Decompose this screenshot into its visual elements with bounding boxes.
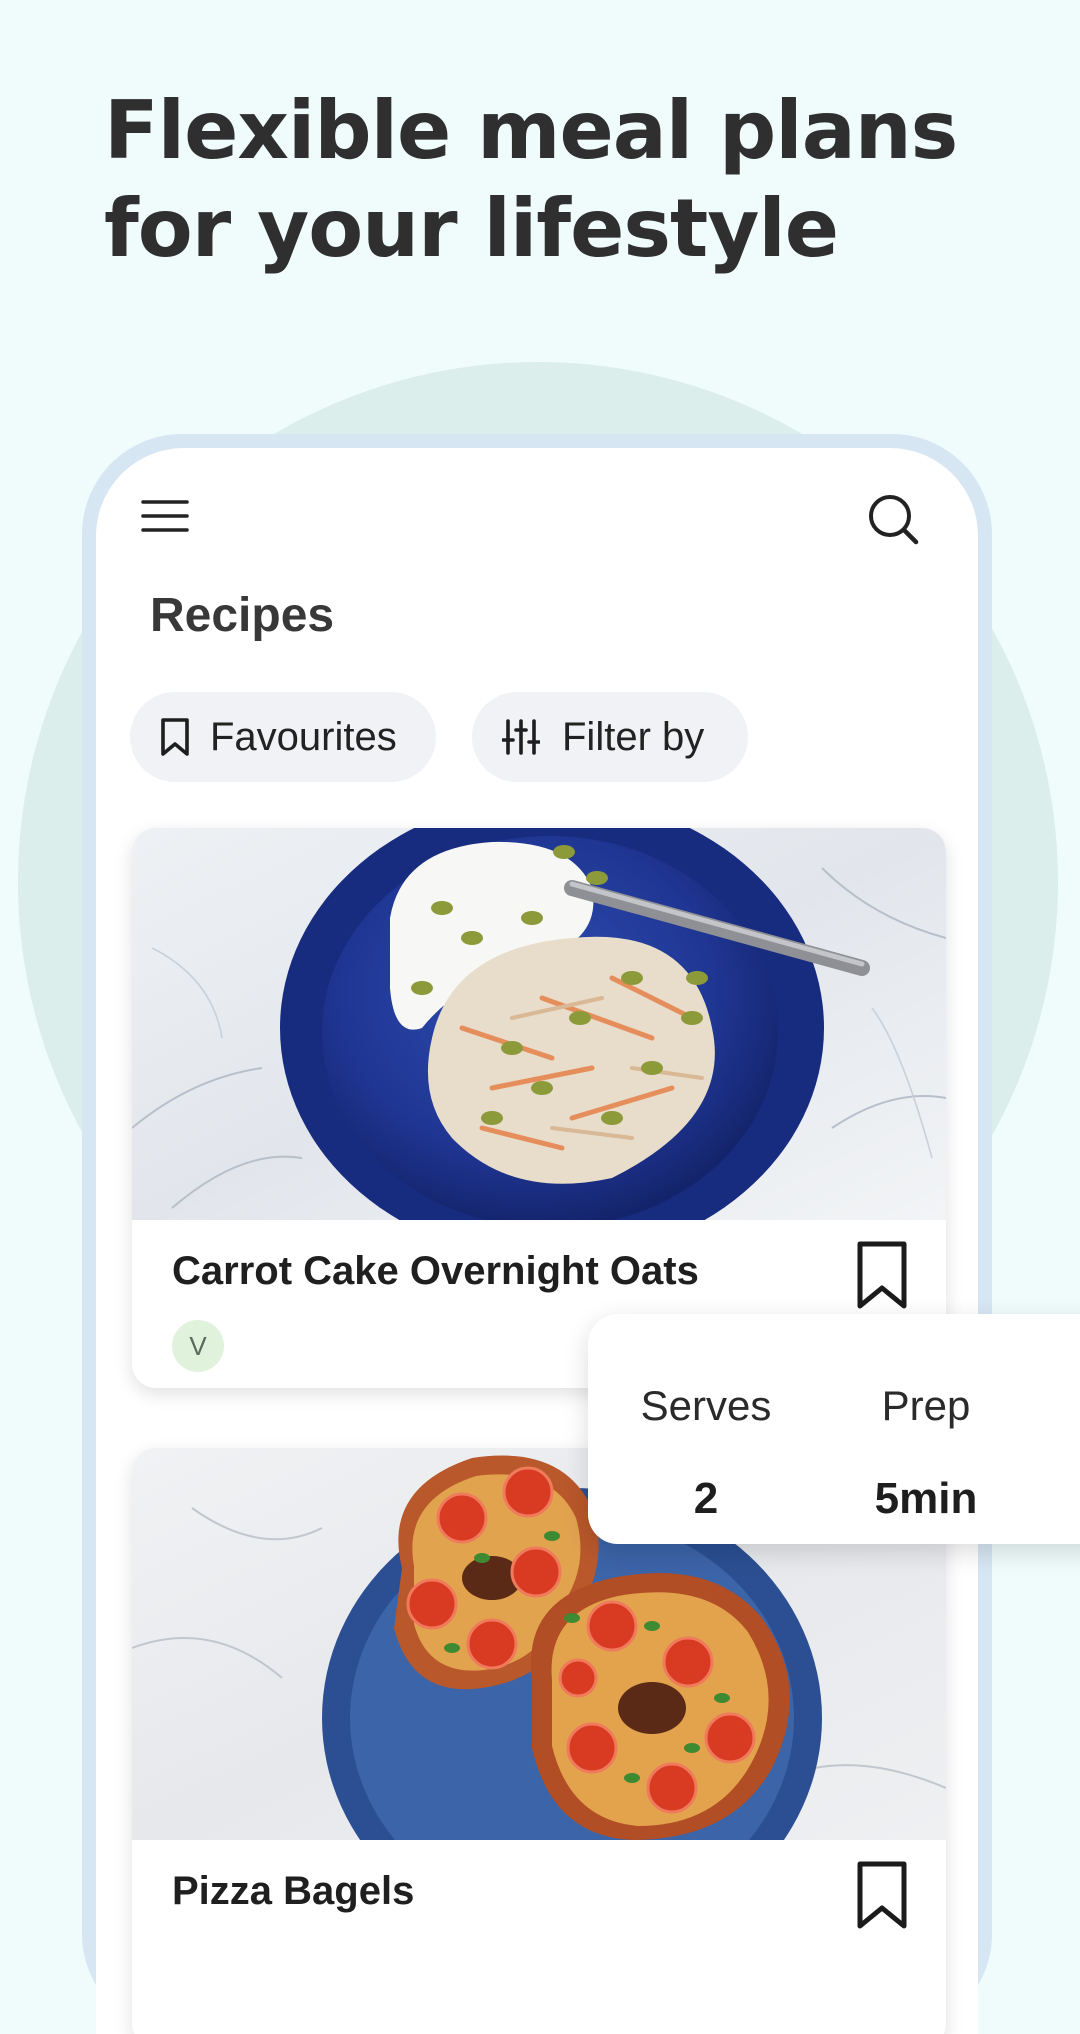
recipe-info-panel: Serves 2 Prep 5min bbox=[588, 1314, 1080, 1544]
bookmark-icon[interactable] bbox=[852, 1860, 912, 1932]
phone-frame: Recipes Favourites Filter by Carrot Cake… bbox=[82, 434, 992, 2034]
serves-label: Serves bbox=[640, 1382, 772, 1429]
vegetarian-badge: V bbox=[172, 1320, 224, 1372]
bookmark-icon bbox=[161, 718, 189, 756]
search-icon[interactable] bbox=[866, 492, 920, 546]
recipe-title: Pizza Bagels bbox=[172, 1869, 415, 1913]
recipe-title: Carrot Cake Overnight Oats bbox=[172, 1249, 699, 1293]
sliders-icon bbox=[502, 719, 540, 755]
filter-by-button[interactable]: Filter by bbox=[472, 692, 748, 782]
recipes-screen: Recipes Favourites Filter by Carrot Cake… bbox=[96, 448, 978, 2034]
screen-title: Recipes bbox=[150, 589, 335, 642]
hero-headline: Flexible meal plans for your lifestyle bbox=[104, 84, 958, 275]
hamburger-menu-icon[interactable] bbox=[140, 496, 190, 536]
filter-by-label: Filter by bbox=[562, 714, 705, 759]
serves-value: 2 bbox=[693, 1474, 719, 1523]
favourites-button[interactable]: Favourites bbox=[130, 692, 436, 782]
bookmark-icon[interactable] bbox=[852, 1240, 912, 1312]
recipe-card[interactable]: Carrot Cake Overnight Oats V bbox=[132, 828, 946, 1388]
recipe-photo-overnight-oats bbox=[132, 828, 946, 1220]
prep-label: Prep bbox=[881, 1382, 971, 1429]
favourites-label: Favourites bbox=[210, 714, 397, 759]
prep-value: 5min bbox=[874, 1474, 978, 1523]
